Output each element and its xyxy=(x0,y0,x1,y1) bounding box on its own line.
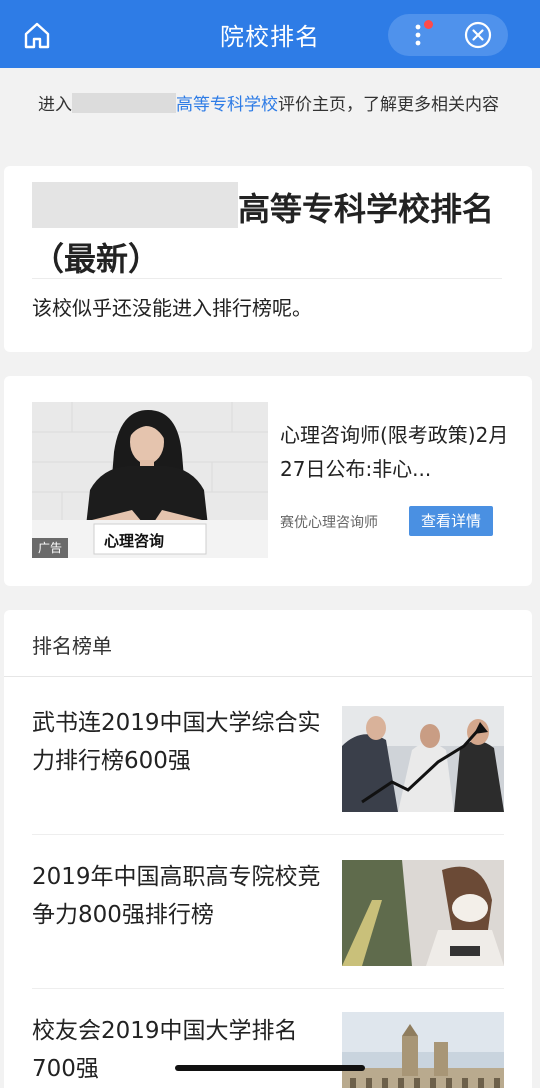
page-title: 院校排名 xyxy=(220,22,320,51)
ad-title[interactable]: 心理咨询师(限考政策)2月27日公布:非心... xyxy=(280,418,510,486)
home-indicator-bar[interactable] xyxy=(175,1065,365,1071)
ranking-list-item-title[interactable]: 校友会2019中国大学排名700强 xyxy=(32,1012,322,1088)
school-ranking-card: 高等专科学校排名（最新） 该校似乎还没能进入排行榜呢。 xyxy=(4,166,532,352)
ranking-list-item-thumbnail[interactable] xyxy=(342,1012,504,1088)
view-details-button[interactable]: 查看详情 xyxy=(409,506,493,536)
school-notice: 进入 高等专科学校评价主页，了解更多相关内容 xyxy=(4,72,536,162)
home-icon[interactable] xyxy=(20,18,54,52)
notification-dot xyxy=(424,20,433,29)
ranking-list-item-title[interactable]: 武书连2019中国大学综合实力排行榜600强 xyxy=(32,704,322,780)
ranking-list-item-title[interactable]: 2019年中国高职高专院校竞争力800强排行榜 xyxy=(32,858,322,934)
more-vertical-icon[interactable] xyxy=(388,14,448,56)
redacted-school-name xyxy=(72,93,176,113)
ad-card[interactable]: 心理咨询 广告 心理咨询师(限考政策)2月27日公布:非心... 赛优心理咨询师… xyxy=(4,376,532,586)
notice-suffix: 评价主页，了解更多相关内容 xyxy=(278,95,499,115)
ad-image-caption: 心理咨询 xyxy=(104,532,165,550)
ad-tag: 广告 xyxy=(32,538,69,558)
ad-image[interactable]: 心理咨询 广告 xyxy=(32,402,268,558)
ranking-list-item-thumbnail[interactable] xyxy=(342,706,504,812)
top-navigation-bar: 院校排名 xyxy=(0,0,540,68)
redacted-school-name-title xyxy=(32,182,238,228)
mini-program-capsule xyxy=(388,14,508,56)
divider xyxy=(32,278,502,279)
ranking-list-item-thumbnail[interactable] xyxy=(342,860,504,966)
close-circle-icon[interactable] xyxy=(448,14,508,56)
divider xyxy=(32,988,504,989)
ranking-status-note: 该校似乎还没能进入排行榜呢。 xyxy=(32,296,312,320)
school-homepage-link[interactable]: 高等专科学校 xyxy=(176,95,278,115)
ranking-list-header: 排名榜单 xyxy=(32,634,112,658)
notice-prefix: 进入 xyxy=(38,95,72,115)
divider xyxy=(32,834,504,835)
ranking-list-card: 排名榜单 武书连2019中国大学综合实力排行榜600强 2019年中国高职高专院… xyxy=(4,610,532,1088)
divider xyxy=(4,676,532,677)
ranking-card-title: 高等专科学校排名（最新） xyxy=(32,182,502,284)
ad-source: 赛优心理咨询师 xyxy=(280,515,378,531)
ad-tag-label: 广告 xyxy=(38,541,63,555)
